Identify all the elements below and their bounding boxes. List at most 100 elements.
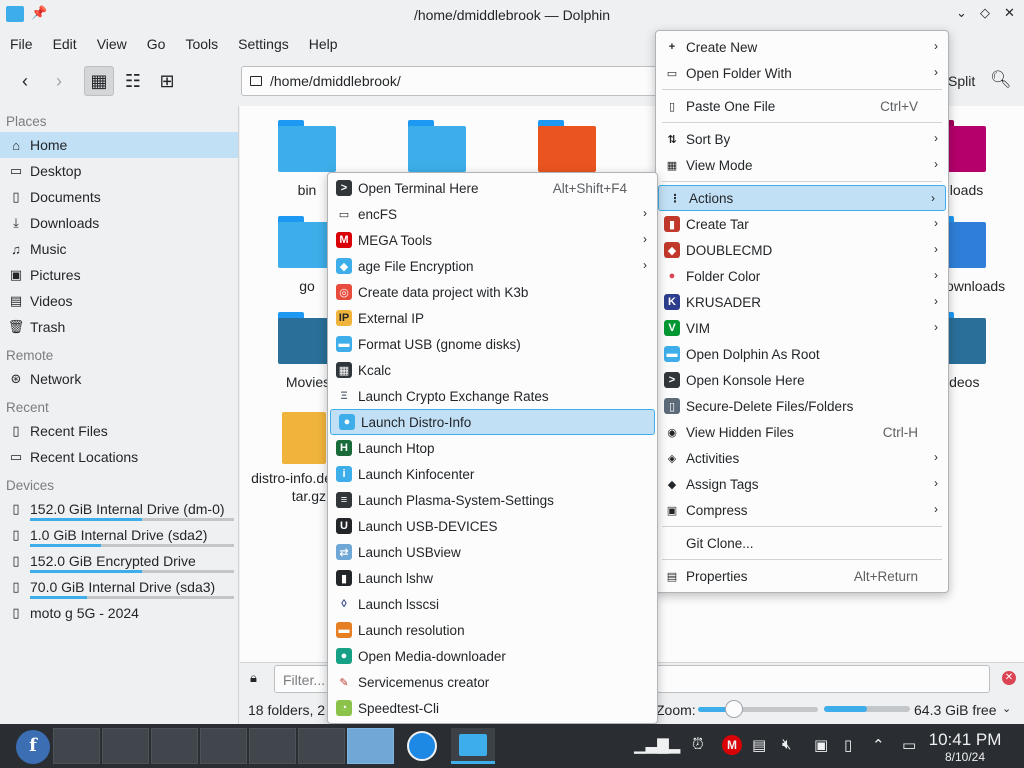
context-menu-item-properties[interactable]: ▤ Properties Alt+Return	[656, 563, 948, 589]
sidebar-item-desktop[interactable]: ▭ Desktop	[0, 158, 238, 184]
close-button[interactable]: ✕	[1004, 5, 1015, 21]
context-menu-item-krusader[interactable]: K KRUSADER ›	[656, 289, 948, 315]
archive-icon[interactable]	[282, 412, 326, 464]
actions-item-launch-lshw[interactable]: ▮ Launch lshw	[328, 565, 657, 591]
context-menu-item-assign-tags[interactable]: ◆ Assign Tags ›	[656, 471, 948, 497]
menu-go[interactable]: Go	[137, 30, 176, 56]
sidebar-item-documents[interactable]: ▯ Documents	[0, 184, 238, 210]
context-menu-item-view-hidden-files[interactable]: ◉ View Hidden Files Ctrl-H	[656, 419, 948, 445]
context-menu-item-doublecmd[interactable]: ◆ DOUBLECMD ›	[656, 237, 948, 263]
task-browser[interactable]	[400, 728, 444, 764]
folder-icon[interactable]	[538, 120, 596, 172]
virtual-desktop-5[interactable]	[249, 728, 296, 764]
actions-item-launch-usbview[interactable]: ⇄ Launch USBview	[328, 539, 657, 565]
context-menu-item-create-tar[interactable]: ▮ Create Tar ›	[656, 211, 948, 237]
close-filter-icon[interactable]: ✕	[1002, 671, 1016, 685]
virtual-desktop-3[interactable]	[151, 728, 198, 764]
actions-item-kcalc[interactable]: ▦ Kcalc	[328, 357, 657, 383]
chevron-down-icon[interactable]: ⌄	[1002, 702, 1011, 715]
actions-item-open-media-downloader[interactable]: ● Open Media-downloader	[328, 643, 657, 669]
clipboard-icon[interactable]: ▤	[752, 736, 766, 754]
actions-item-launch-crypto-exchange-rates[interactable]: Ξ Launch Crypto Exchange Rates	[328, 383, 657, 409]
context-menu-item-activities[interactable]: ◈ Activities ›	[656, 445, 948, 471]
context-menu-item-create-new[interactable]: + Create New ›	[656, 34, 948, 60]
actions-item-speedtest-cli[interactable]: ◔ Speedtest-Cli	[328, 695, 657, 721]
virtual-desktop-6[interactable]	[298, 728, 345, 764]
split-button[interactable]: Split	[948, 73, 975, 89]
details-view-button[interactable]: ⊞	[152, 66, 182, 96]
virtual-desktop-1[interactable]	[53, 728, 100, 764]
sidebar-device-phone[interactable]: ▯ moto g 5G - 2024	[0, 600, 238, 626]
compact-view-button[interactable]: ☷	[118, 66, 148, 96]
actions-item-launch-distro-info[interactable]: ● Launch Distro-Info	[330, 409, 655, 435]
clock[interactable]: 10:41 PM 8/10/24	[928, 730, 1002, 764]
folder-icon[interactable]	[278, 120, 336, 172]
icons-view-button[interactable]: ▦	[84, 66, 114, 96]
actions-item-launch-resolution[interactable]: ▬ Launch resolution	[328, 617, 657, 643]
mega-icon[interactable]: M	[722, 735, 742, 755]
sidebar-item-recent-files[interactable]: ▯ Recent Files	[0, 418, 238, 444]
folder-icon[interactable]	[408, 120, 466, 172]
sidebar-item-downloads[interactable]: ⤓ Downloads	[0, 210, 238, 236]
sidebar-device-dm0[interactable]: ▯ 152.0 GiB Internal Drive (dm-0)	[0, 496, 238, 522]
usb-device-icon[interactable]: ▣	[814, 736, 828, 754]
sidebar-device-sda2[interactable]: ▯ 1.0 GiB Internal Drive (sda2)	[0, 522, 238, 548]
actions-item-mega-tools[interactable]: M MEGA Tools ›	[328, 227, 657, 253]
context-menu-item-view-mode[interactable]: ▦ View Mode ›	[656, 152, 948, 178]
context-menu-item-compress[interactable]: ▣ Compress ›	[656, 497, 948, 523]
sidebar-item-videos[interactable]: ▤ Videos	[0, 288, 238, 314]
context-menu-item-git-clone[interactable]: Git Clone...	[656, 530, 948, 556]
actions-item-launch-usb-devices[interactable]: U Launch USB-DEVICES	[328, 513, 657, 539]
actions-item-encfs[interactable]: ▭ encFS ›	[328, 201, 657, 227]
zoom-slider[interactable]	[698, 707, 818, 712]
virtual-desktop-4[interactable]	[200, 728, 247, 764]
context-menu-item-open-konsole-here[interactable]: > Open Konsole Here	[656, 367, 948, 393]
menu-settings[interactable]: Settings	[228, 30, 299, 56]
maximize-button[interactable]: ◇	[980, 5, 990, 21]
actions-item-launch-kinfocenter[interactable]: i Launch Kinfocenter	[328, 461, 657, 487]
context-menu-item-paste-one-file[interactable]: ▯ Paste One File Ctrl+V	[656, 93, 948, 119]
forward-button[interactable]: ›	[44, 66, 74, 96]
actions-item-launch-lsscsi[interactable]: ◊ Launch lsscsi	[328, 591, 657, 617]
system-monitor-icon[interactable]: ▁▃▇▂	[634, 736, 680, 754]
sidebar-item-trash[interactable]: 🗑︎ Trash	[0, 314, 238, 340]
sidebar-item-recent-locations[interactable]: ▭ Recent Locations	[0, 444, 238, 470]
virtual-desktop-2[interactable]	[102, 728, 149, 764]
back-button[interactable]: ‹	[10, 66, 40, 96]
alarm-icon[interactable]: ⏰︎	[692, 736, 704, 753]
sidebar-item-home[interactable]: ⌂ Home	[0, 132, 238, 158]
actions-item-format-usb-gnome-disks[interactable]: ▬ Format USB (gnome disks)	[328, 331, 657, 357]
search-icon[interactable]: 🔍︎	[990, 70, 1012, 90]
zoom-slider-handle[interactable]	[725, 700, 743, 718]
chevron-up-icon[interactable]: ⌃	[872, 736, 885, 754]
sidebar-item-network[interactable]: ⊛ Network	[0, 366, 238, 392]
menu-help[interactable]: Help	[299, 30, 348, 56]
virtual-desktop-7[interactable]	[347, 728, 394, 764]
sidebar-item-music[interactable]: ♫ Music	[0, 236, 238, 262]
menu-view[interactable]: View	[87, 30, 137, 56]
task-dolphin[interactable]	[451, 728, 495, 764]
menu-file[interactable]: File	[0, 30, 43, 56]
context-menu-item-open-folder-with[interactable]: ▭ Open Folder With ›	[656, 60, 948, 86]
context-menu-item-secure-delete-files-folders[interactable]: ▯ Secure-Delete Files/Folders	[656, 393, 948, 419]
context-menu-item-open-dolphin-as-root[interactable]: ▬ Open Dolphin As Root	[656, 341, 948, 367]
sidebar-item-pictures[interactable]: ▣ Pictures	[0, 262, 238, 288]
actions-item-launch-plasma-system-settings[interactable]: ≡ Launch Plasma-System-Settings	[328, 487, 657, 513]
menu-edit[interactable]: Edit	[43, 30, 87, 56]
show-desktop-icon[interactable]: ▭	[902, 736, 916, 754]
actions-item-create-data-project-with-k3b[interactable]: ◎ Create data project with K3b	[328, 279, 657, 305]
kde-connect-icon[interactable]: ▯	[844, 736, 852, 754]
minimize-button[interactable]: ⌄	[956, 5, 967, 21]
context-menu-item-actions[interactable]: ⋮ Actions ›	[658, 185, 946, 211]
context-menu-item-sort-by[interactable]: ⇅ Sort By ›	[656, 126, 948, 152]
actions-item-age-file-encryption[interactable]: ◆ age File Encryption ›	[328, 253, 657, 279]
context-menu-item-vim[interactable]: V VIM ›	[656, 315, 948, 341]
lock-icon[interactable]: 🔒︎	[250, 670, 257, 686]
sidebar-device-sda3[interactable]: ▯ 70.0 GiB Internal Drive (sda3)	[0, 574, 238, 600]
volume-muted-icon[interactable]: 🔇︎	[782, 736, 791, 753]
fedora-launcher-icon[interactable]: f	[16, 730, 50, 764]
menu-tools[interactable]: Tools	[175, 30, 228, 56]
actions-item-launch-htop[interactable]: H Launch Htop	[328, 435, 657, 461]
actions-item-servicemenus-creator[interactable]: ✎ Servicemenus creator	[328, 669, 657, 695]
actions-item-open-terminal-here[interactable]: > Open Terminal Here Alt+Shift+F4	[328, 175, 657, 201]
